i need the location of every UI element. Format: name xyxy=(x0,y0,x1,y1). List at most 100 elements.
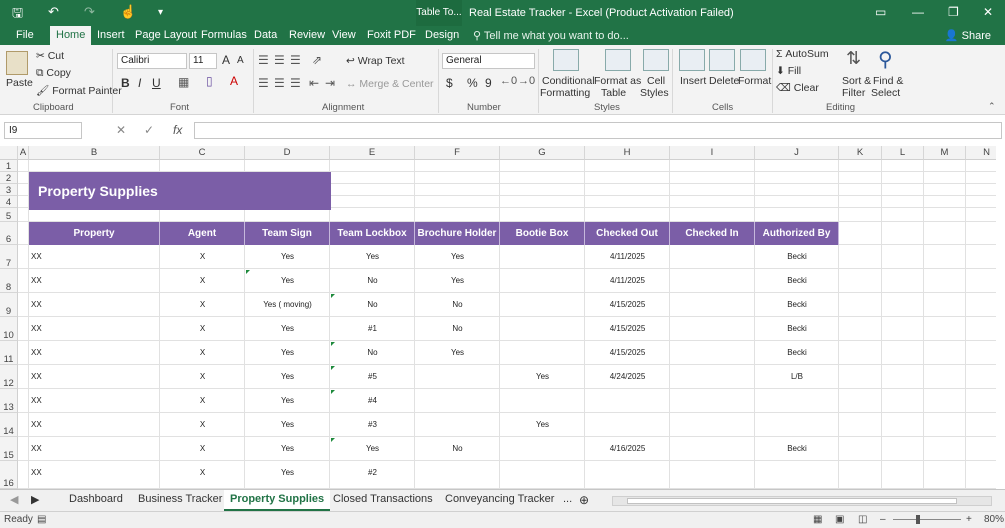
increase-indent-icon[interactable]: ⇥ xyxy=(325,76,335,90)
tab-foxit-pdf[interactable]: Foxit PDF xyxy=(367,29,416,41)
borders-icon[interactable]: ▦ xyxy=(178,75,189,89)
error-indicator-icon[interactable] xyxy=(246,270,250,274)
paste-icon[interactable] xyxy=(6,51,28,75)
table-cell[interactable]: No xyxy=(330,276,415,293)
row-header[interactable]: 7 xyxy=(0,245,18,269)
paste-button[interactable]: Paste xyxy=(6,77,33,89)
sheet-tab-conveyancing-tracker[interactable]: Conveyancing Tracker xyxy=(445,493,554,505)
column-header[interactable]: C xyxy=(160,146,245,160)
format-cells-button[interactable]: Format xyxy=(738,75,771,87)
table-cell[interactable] xyxy=(415,420,500,437)
select-all-corner[interactable] xyxy=(0,146,18,160)
row-header[interactable]: 4 xyxy=(0,196,18,208)
table-cell[interactable]: Yes xyxy=(245,348,330,365)
column-header[interactable]: I xyxy=(670,146,755,160)
table-cell[interactable]: Becki xyxy=(755,324,839,341)
align-left-icon[interactable]: ☰ xyxy=(258,76,269,90)
format-as-table-icon[interactable] xyxy=(605,49,631,71)
error-indicator-icon[interactable] xyxy=(331,366,335,370)
table-cell[interactable] xyxy=(670,372,755,389)
conditional-formatting-icon[interactable] xyxy=(553,49,579,71)
table-cell[interactable]: 4/11/2025 xyxy=(585,276,670,293)
table-cell[interactable] xyxy=(755,396,839,413)
name-box[interactable]: I9 xyxy=(4,122,82,139)
table-cell[interactable]: Yes xyxy=(500,372,585,389)
touch-mode-icon[interactable]: ☝ xyxy=(120,4,136,20)
column-header[interactable]: D xyxy=(245,146,330,160)
customize-qat-icon[interactable]: ▾ xyxy=(158,7,163,18)
bold-button[interactable]: B xyxy=(121,76,130,90)
tab-page-layout[interactable]: Page Layout xyxy=(135,29,197,41)
table-cell[interactable]: X xyxy=(160,324,245,341)
sheet-tab-dashboard[interactable]: Dashboard xyxy=(69,493,123,505)
row-header[interactable]: 12 xyxy=(0,365,18,389)
italic-button[interactable]: I xyxy=(138,76,141,90)
table-cell[interactable] xyxy=(500,252,585,269)
sheet-tab-property-supplies[interactable]: Property Supplies xyxy=(224,490,331,511)
worksheet-grid[interactable]: A B C D E F G H I J K L M N 1 2 3 4 5 6 7 8 9 10 11 12 13 14 15 16 Pro… xyxy=(0,146,996,489)
table-cell[interactable]: Yes xyxy=(330,252,415,269)
table-cell[interactable]: XX xyxy=(29,468,160,489)
table-cell[interactable] xyxy=(585,396,670,413)
zoom-out-icon[interactable]: – xyxy=(880,514,886,525)
tab-review[interactable]: Review xyxy=(289,29,325,41)
formula-input[interactable] xyxy=(194,122,1002,139)
table-cell[interactable]: XX xyxy=(29,444,160,461)
collapse-ribbon-icon[interactable]: ⌃ xyxy=(988,101,996,112)
cell-styles-icon[interactable] xyxy=(643,49,669,71)
row-header[interactable]: 6 xyxy=(0,222,18,245)
table-cell[interactable] xyxy=(755,420,839,437)
table-cell[interactable]: XX xyxy=(29,396,160,413)
table-cell[interactable] xyxy=(500,396,585,413)
tab-insert[interactable]: Insert xyxy=(97,29,125,41)
find-select-icon[interactable]: ⚲ xyxy=(878,47,893,72)
table-cell[interactable]: #2 xyxy=(330,468,415,489)
cancel-icon[interactable]: ✕ xyxy=(116,123,126,137)
table-cell[interactable]: XX xyxy=(29,420,160,437)
table-cell[interactable]: 4/16/2025 xyxy=(585,444,670,461)
table-cell[interactable] xyxy=(670,300,755,317)
percent-button[interactable]: % xyxy=(467,76,478,90)
table-cell[interactable] xyxy=(755,468,839,489)
align-center-icon[interactable]: ☰ xyxy=(274,76,285,90)
table-cell[interactable]: L/B xyxy=(755,372,839,389)
table-cell[interactable]: Becki xyxy=(755,276,839,293)
table-column-header[interactable]: Checked Out xyxy=(585,222,670,245)
table-cell[interactable]: Yes xyxy=(245,372,330,389)
table-cell[interactable]: Yes xyxy=(500,420,585,437)
column-header[interactable]: L xyxy=(882,146,924,160)
table-cell[interactable]: X xyxy=(160,420,245,437)
table-cell[interactable] xyxy=(500,468,585,489)
column-header[interactable]: M xyxy=(924,146,966,160)
font-name-select[interactable]: Calibri xyxy=(117,53,187,69)
save-icon[interactable]: 🖫 xyxy=(12,4,23,26)
table-cell[interactable]: Yes xyxy=(245,276,330,293)
table-cell[interactable]: X xyxy=(160,468,245,489)
zoom-in-icon[interactable]: + xyxy=(966,514,972,525)
error-indicator-icon[interactable] xyxy=(331,294,335,298)
horizontal-scrollbar-thumb[interactable] xyxy=(627,498,957,504)
shrink-font-button[interactable]: A xyxy=(237,55,244,66)
comma-button[interactable]: 9 xyxy=(485,76,492,90)
cell-styles-button[interactable]: Cell xyxy=(647,75,665,87)
table-cell[interactable] xyxy=(500,324,585,341)
row-header[interactable]: 5 xyxy=(0,208,18,222)
share-button[interactable]: 👤 Share xyxy=(945,29,991,42)
wrap-text-button[interactable]: ↩ Wrap Text xyxy=(346,55,405,67)
page-break-view-icon[interactable]: ◫ xyxy=(858,514,867,525)
table-cell[interactable] xyxy=(585,420,670,437)
ribbon-display-icon[interactable]: ▭ xyxy=(875,5,886,19)
more-sheets-button[interactable]: ... xyxy=(563,493,572,505)
decrease-decimal-icon[interactable]: →0 xyxy=(518,75,535,87)
row-header[interactable]: 13 xyxy=(0,389,18,413)
tab-file[interactable]: File xyxy=(16,29,34,41)
table-column-header[interactable]: Team Sign xyxy=(245,222,330,245)
column-header[interactable]: G xyxy=(500,146,585,160)
font-color-icon[interactable]: A xyxy=(230,74,238,88)
tab-formulas[interactable]: Formulas xyxy=(201,29,247,41)
column-header[interactable]: H xyxy=(585,146,670,160)
cut-button[interactable]: ✂ Cut xyxy=(36,50,64,62)
zoom-slider-thumb[interactable] xyxy=(916,515,920,524)
font-size-select[interactable]: 11 xyxy=(189,53,217,69)
table-cell[interactable]: 4/15/2025 xyxy=(585,300,670,317)
